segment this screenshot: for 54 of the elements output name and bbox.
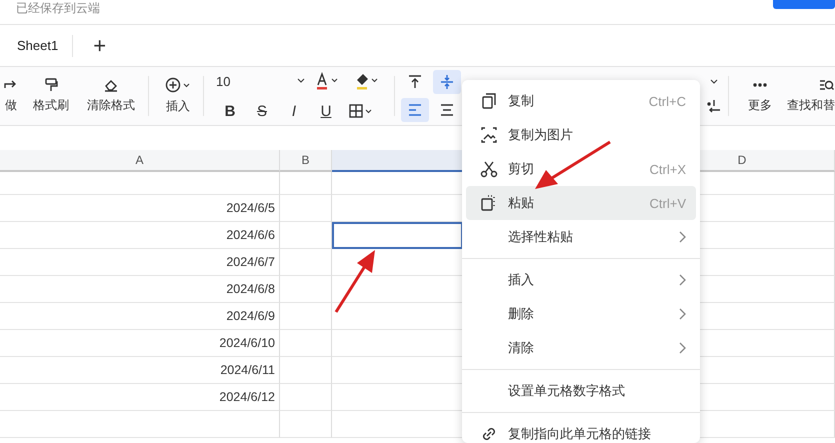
italic-button[interactable]: I <box>278 99 310 123</box>
table-cell: 2024/6/10 <box>0 330 280 357</box>
caret-icon <box>710 79 718 85</box>
menu-item[interactable]: 删除 <box>466 297 696 331</box>
menu-item[interactable]: 插入 <box>466 263 696 297</box>
selected-cell[interactable] <box>332 222 463 249</box>
column-header: B <box>280 150 332 172</box>
table-cell: 2024/6/9 <box>0 303 280 330</box>
column-header: A <box>0 150 280 172</box>
menu-item[interactable]: 设置单元格数字格式 <box>466 374 696 408</box>
annotation-arrow <box>334 250 375 313</box>
redo-button[interactable]: 做 <box>0 78 22 114</box>
align-top-icon <box>407 74 423 90</box>
decimal-arrow-icon <box>706 99 722 113</box>
menu-item[interactable]: 粘贴 Ctrl+V <box>466 186 696 220</box>
align-left-icon <box>407 102 423 118</box>
caret-icon <box>297 78 305 84</box>
menu-item[interactable]: 复制指向此单元格的链接 <box>466 417 696 443</box>
clear-format-button[interactable]: 清除格式 <box>78 78 144 114</box>
bold-button[interactable]: B <box>214 99 246 123</box>
align-center-icon <box>439 102 455 118</box>
menu-item[interactable]: 清除 <box>466 331 696 365</box>
font-size-field[interactable]: 10 <box>214 71 294 91</box>
find-replace-button[interactable]: 查找和替 <box>785 78 835 114</box>
underline-button[interactable]: U <box>310 99 342 123</box>
shortcut-label: Ctrl+V <box>650 196 686 210</box>
more-button[interactable]: 更多 <box>737 78 783 114</box>
table-cell <box>280 222 332 249</box>
paint-roller-icon <box>44 78 58 92</box>
copy-icon <box>480 92 498 110</box>
save-status: 已经保存到云端 <box>16 1 100 15</box>
paste-icon <box>480 194 498 212</box>
table-cell: 2024/6/11 <box>0 357 280 384</box>
add-sheet-button[interactable]: + <box>93 34 106 56</box>
plus-circle-caret-icon <box>165 77 191 93</box>
table-cell: 2024/6/5 <box>0 195 280 222</box>
table-cell: 2024/6/12 <box>0 384 280 411</box>
search-icon <box>819 78 835 92</box>
eraser-icon <box>103 78 119 92</box>
scissors-icon <box>480 160 498 178</box>
insert-button[interactable]: 插入 <box>153 77 203 115</box>
table-cell: 2024/6/8 <box>0 276 280 303</box>
strikethrough-button[interactable]: S <box>246 99 278 123</box>
menu-item[interactable]: 复制 Ctrl+C <box>466 84 696 118</box>
menu-item[interactable]: 复制为图片 <box>466 118 696 152</box>
sheet-tab[interactable]: Sheet1 <box>17 38 58 53</box>
table-cell: 2024/6/7 <box>0 249 280 276</box>
link-icon <box>480 425 498 443</box>
image-icon <box>480 126 498 144</box>
shortcut-label: Ctrl+C <box>648 94 686 108</box>
table-cell: 2024/6/6 <box>0 222 280 249</box>
align-middle-icon <box>439 74 455 90</box>
menu-item[interactable]: 选择性粘贴 <box>466 220 696 254</box>
format-painter-button[interactable]: 格式刷 <box>26 78 76 114</box>
